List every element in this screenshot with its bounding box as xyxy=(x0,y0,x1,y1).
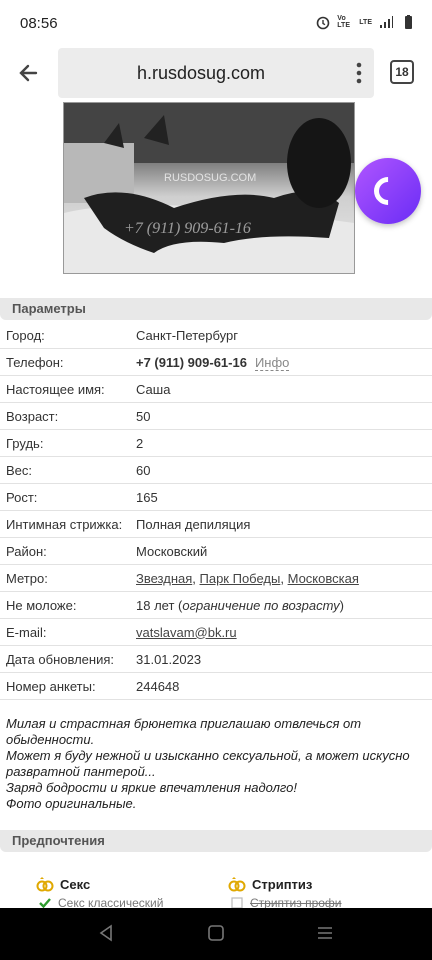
table-row: Интимная стрижка: Полная депиляция xyxy=(0,510,432,538)
photo-phone-overlay: +7 (911) 909-61-16 xyxy=(124,220,251,237)
tab-switcher-button[interactable]: 18 xyxy=(390,60,414,84)
table-row: Настоящее имя: Саша xyxy=(0,375,432,403)
param-key: Телефон: xyxy=(0,348,136,376)
description-line: Может я буду нежной и изысканно сексуаль… xyxy=(6,748,410,779)
table-row: Дата обновления: 31.01.2023 xyxy=(0,645,432,673)
status-time: 08:56 xyxy=(20,15,58,32)
rings-icon xyxy=(228,877,246,892)
pref-header-striptease: Стриптиз xyxy=(228,876,312,892)
status-bar: 08:56 Vo LTE LTE xyxy=(0,0,432,44)
param-key: Вес: xyxy=(0,456,136,484)
param-key: E-mail: xyxy=(0,618,136,646)
param-value: 50 xyxy=(136,402,432,430)
photo-watermark: RUSDOSUG.COM xyxy=(164,172,256,184)
nav-home-icon[interactable] xyxy=(207,924,225,942)
url-text[interactable]: h.rusdosug.com xyxy=(58,63,344,84)
profile-description: Милая и страстная брюнетка приглашаю отв… xyxy=(6,716,426,812)
param-key: Город: xyxy=(0,322,136,349)
param-key: Не моложе: xyxy=(0,591,136,619)
table-row: Не моложе: 18 лет (ограничение по возраст… xyxy=(0,591,432,619)
age-note: ограничение по возрасту xyxy=(182,597,340,613)
param-value: Московский xyxy=(136,537,432,565)
unchecked-box-icon xyxy=(231,897,243,908)
param-value: Звездная, Парк Победы, Московская xyxy=(136,564,432,592)
table-row: Телефон: +7 (911) 909-61-16 Инфо xyxy=(0,348,432,376)
pref-header-sex: Секс xyxy=(36,876,90,892)
metro-link[interactable]: Звездная xyxy=(136,571,192,586)
section-header-params: Параметры xyxy=(0,298,432,320)
pref-header-label: Секс xyxy=(60,876,91,892)
description-line: Фото оригинальные. xyxy=(6,796,137,811)
param-value: +7 (911) 909-61-16 Инфо xyxy=(136,348,432,376)
metro-link[interactable]: Московская xyxy=(288,571,359,586)
table-row: Грудь: 2 xyxy=(0,429,432,457)
info-link[interactable]: Инфо xyxy=(254,354,290,371)
description-line: Милая и страстная брюнетка приглашаю отв… xyxy=(6,716,362,747)
section-header-preferences: Предпочтения xyxy=(0,830,432,852)
status-icons: Vo LTE LTE xyxy=(315,14,416,30)
param-key: Метро: xyxy=(0,564,136,592)
param-key: Номер анкеты: xyxy=(0,672,136,700)
pref-item: Секс классический xyxy=(38,896,163,908)
param-value: Саша xyxy=(136,375,432,403)
param-value: 31.01.2023 xyxy=(136,645,432,673)
age-value-end: ) xyxy=(339,597,344,613)
separator: , xyxy=(192,570,200,586)
system-nav-bar xyxy=(0,908,432,960)
pref-item: Стриптиз профи xyxy=(230,896,342,908)
checkmark-icon xyxy=(39,898,51,908)
pref-header-label: Стриптиз xyxy=(252,876,313,892)
description-line: Заряд бодрости и яркие впечатления надол… xyxy=(6,780,298,795)
param-value: Полная депиляция xyxy=(136,510,432,538)
pref-item-label: Секс классический xyxy=(58,896,164,908)
page-content: RUSDOSUG.COM +7 (911) 909-61-16 Параметр… xyxy=(0,102,432,908)
params-table: Город: Санкт-Петербург Телефон: +7 (911) 9… xyxy=(0,322,432,700)
phone-number[interactable]: +7 (911) 909-61-16 xyxy=(136,355,247,370)
battery-icon xyxy=(405,15,412,29)
table-row: Возраст: 50 xyxy=(0,402,432,430)
more-vert-icon[interactable] xyxy=(356,62,362,84)
table-row: Метро: Звездная, Парк Победы, Московская xyxy=(0,564,432,592)
browser-toolbar: h.rusdosug.com 18 xyxy=(0,44,432,102)
param-value: vatslavam@bk.ru xyxy=(136,618,432,646)
param-value: 2 xyxy=(136,429,432,457)
profile-photo[interactable]: RUSDOSUG.COM +7 (911) 909-61-16 xyxy=(63,102,355,274)
param-value: 244648 xyxy=(136,672,432,700)
param-key: Возраст: xyxy=(0,402,136,430)
param-key: Интимная стрижка: xyxy=(0,510,136,538)
param-value: 165 xyxy=(136,483,432,511)
param-value: 18 лет (ограничение по возрасту) xyxy=(136,591,432,619)
email-link[interactable]: vatslavam@bk.ru xyxy=(136,625,237,640)
param-key: Настоящее имя: xyxy=(0,375,136,403)
rings-icon xyxy=(36,877,54,892)
table-row: E-mail: vatslavam@bk.ru xyxy=(0,618,432,646)
param-key: Грудь: xyxy=(0,429,136,457)
signal-icon xyxy=(380,16,393,28)
separator: , xyxy=(280,570,288,586)
table-row: Район: Московский xyxy=(0,537,432,565)
pref-item-label: Стриптиз профи xyxy=(250,896,342,908)
param-value: 60 xyxy=(136,456,432,484)
param-key: Рост: xyxy=(0,483,136,511)
param-value: Санкт-Петербург xyxy=(136,322,432,349)
photo-illustration: RUSDOSUG.COM +7 (911) 909-61-16 xyxy=(64,103,354,273)
back-arrow-icon[interactable] xyxy=(14,58,44,88)
metro-link[interactable]: Парк Победы xyxy=(200,571,281,586)
alarm-icon xyxy=(316,16,330,30)
nav-back-icon[interactable] xyxy=(97,924,115,942)
age-value: 18 лет ( xyxy=(136,597,183,613)
alice-assistant-button[interactable] xyxy=(355,158,421,224)
table-row: Рост: 165 xyxy=(0,483,432,511)
nav-menu-icon[interactable] xyxy=(316,924,334,942)
volte-icon: Vo LTE xyxy=(337,15,350,29)
table-row: Город: Санкт-Петербург xyxy=(0,322,432,349)
lte-icon: LTE xyxy=(359,18,372,26)
address-bar[interactable]: h.rusdosug.com xyxy=(58,48,374,98)
param-key: Дата обновления: xyxy=(0,645,136,673)
table-row: Номер анкеты: 244648 xyxy=(0,672,432,700)
param-key: Район: xyxy=(0,537,136,565)
table-row: Вес: 60 xyxy=(0,456,432,484)
